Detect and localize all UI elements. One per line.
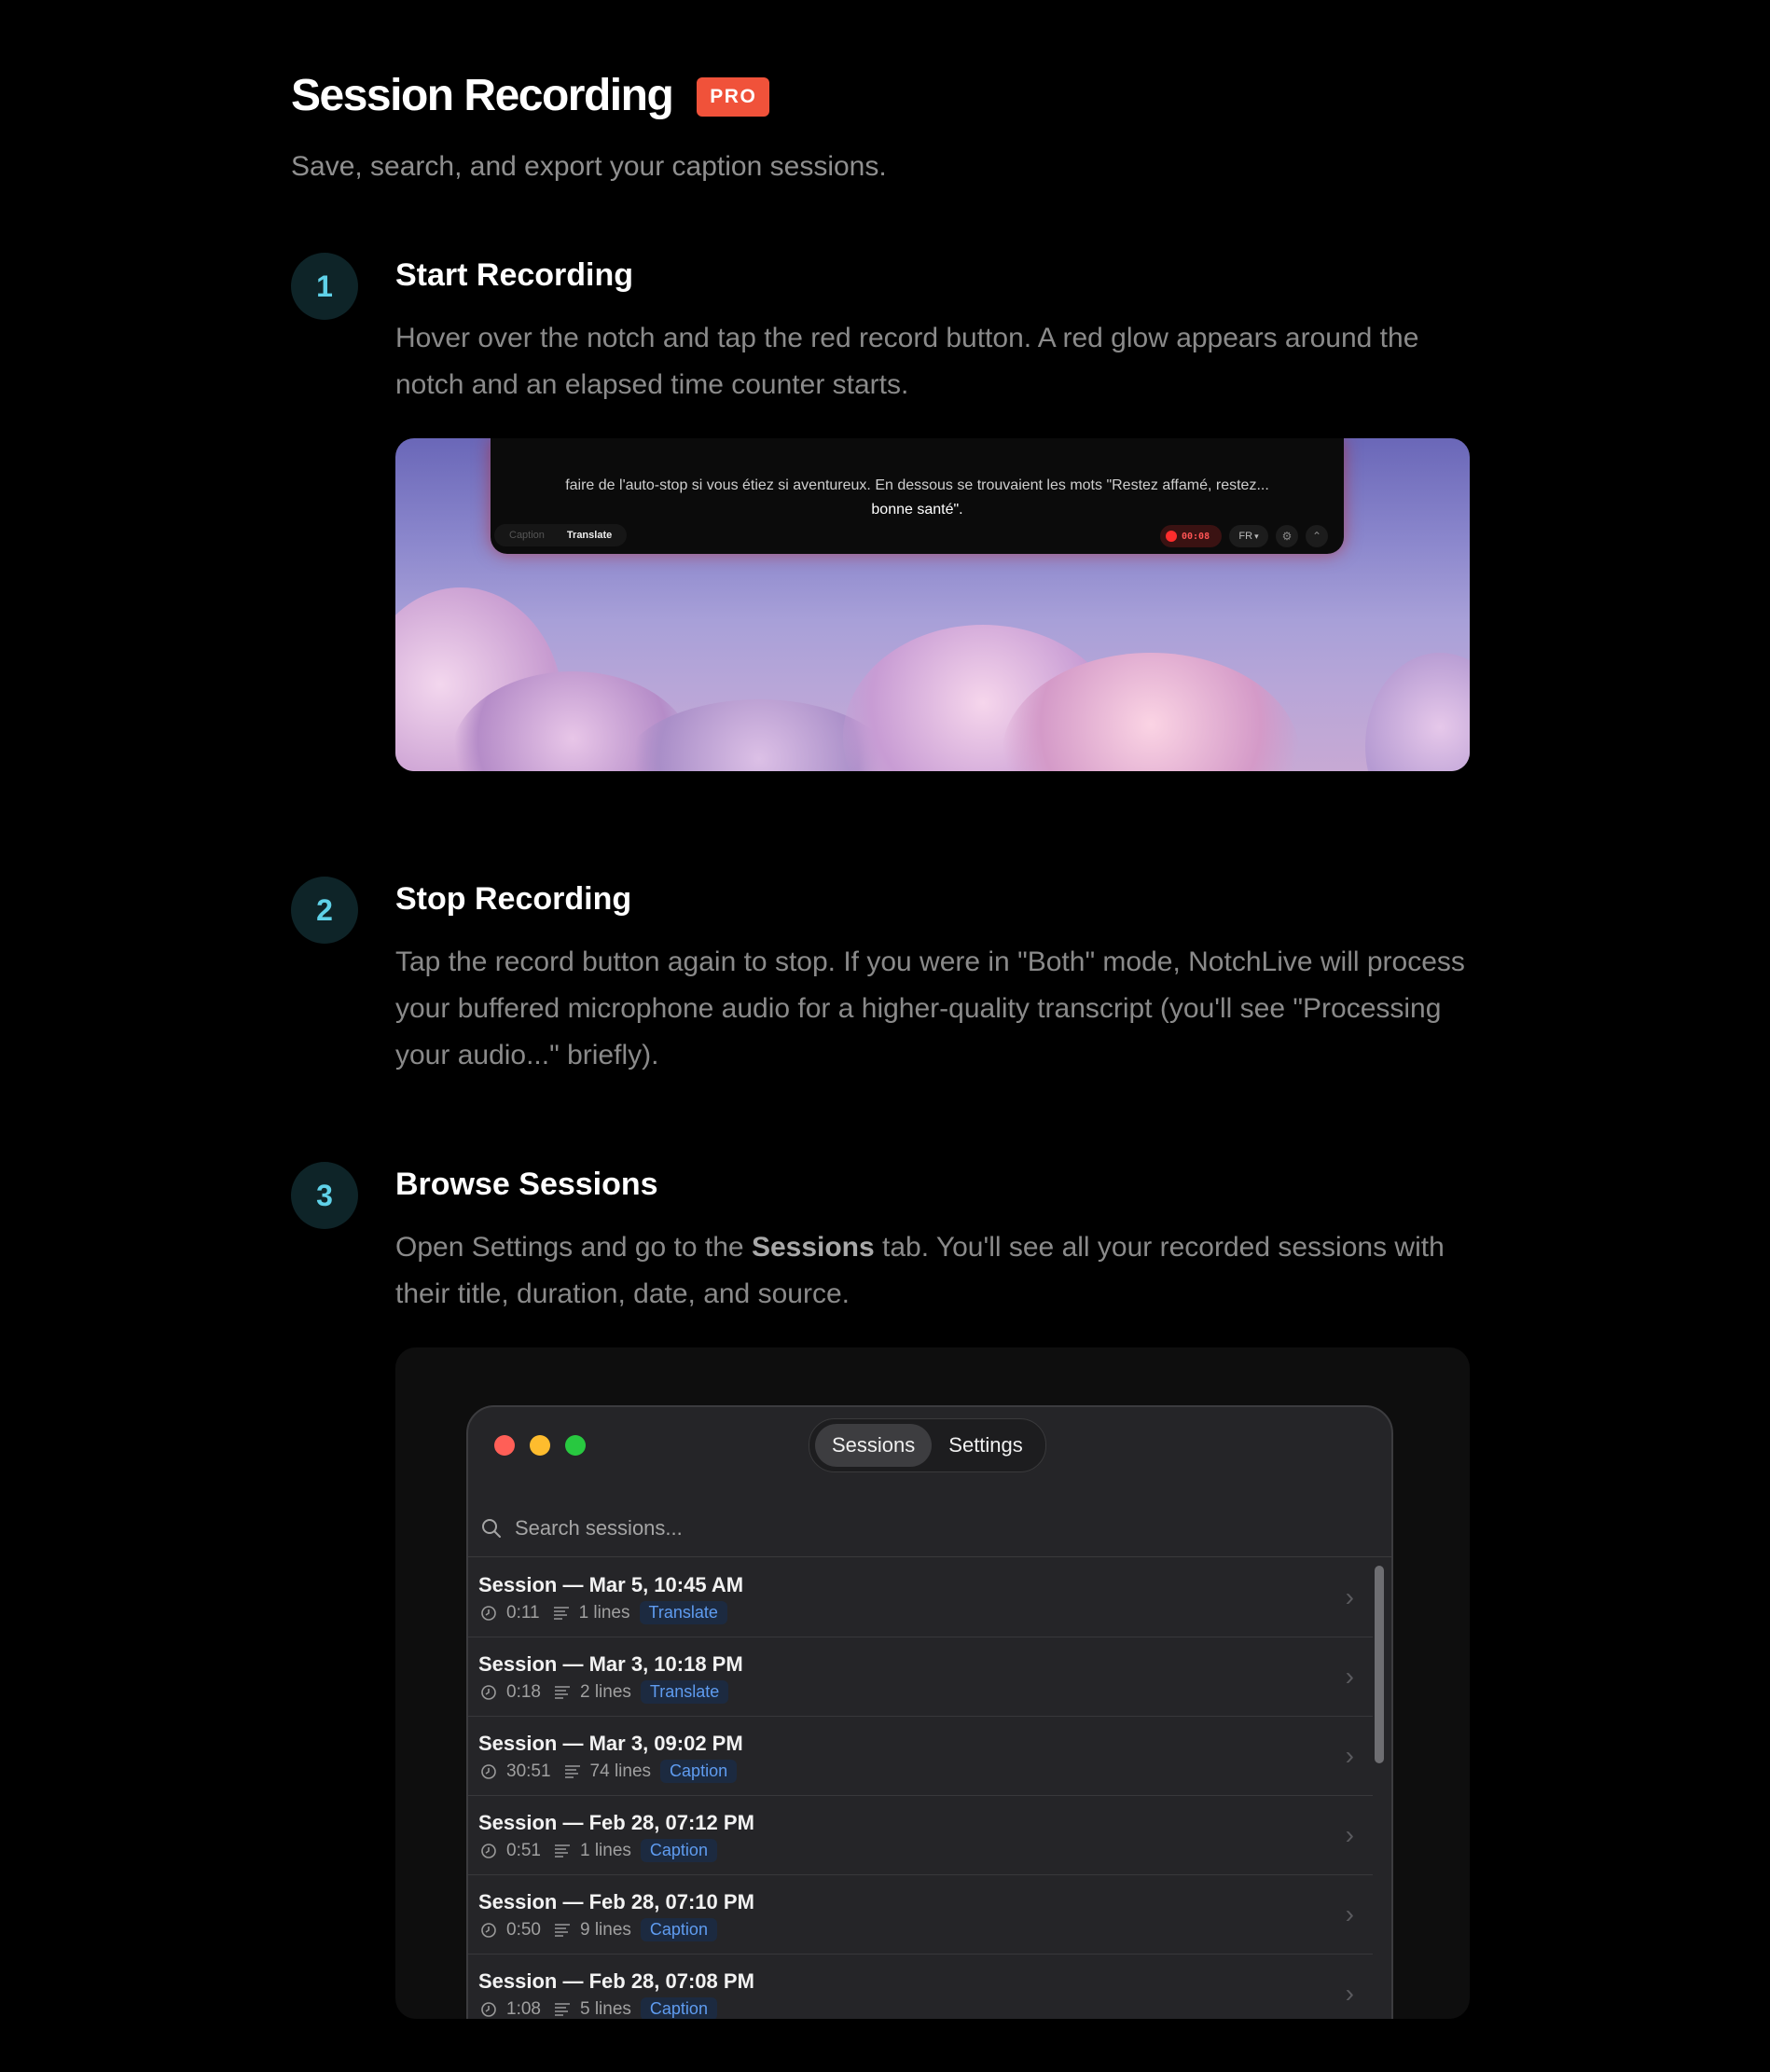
clock-icon <box>481 1605 496 1621</box>
lines-icon <box>554 1923 570 1937</box>
chevron-down-icon: ▾ <box>1254 531 1259 541</box>
source-badge: Caption <box>640 1918 717 1941</box>
lines-icon <box>554 1685 570 1699</box>
sessions-screenshot: Sessions Settings Search sessions... Ses… <box>395 1347 1470 2019</box>
close-button[interactable] <box>494 1435 515 1456</box>
page-title: Session Recording <box>291 70 674 120</box>
page-subtitle: Save, search, and export your caption se… <box>291 151 887 182</box>
source-badge: Caption <box>660 1760 738 1783</box>
step-title: Stop Recording <box>395 881 632 917</box>
tab-translate[interactable]: Translate <box>556 526 623 545</box>
session-meta: 0:50 9 lines Caption <box>480 1918 717 1941</box>
session-row[interactable]: Session — Feb 28, 07:10 PM 0:50 9 lines … <box>468 1875 1373 1955</box>
mode-tabs: Caption Translate <box>494 524 628 546</box>
step-description: Tap the record button again to stop. If … <box>395 946 1465 1071</box>
source-badge: Caption <box>640 1997 717 2019</box>
session-lines: 74 lines <box>589 1761 652 1781</box>
session-meta: 1:08 5 lines Caption <box>480 1997 717 2019</box>
app-window: Sessions Settings Search sessions... Ses… <box>466 1405 1393 2019</box>
search-bar[interactable]: Search sessions... <box>468 1500 1391 1557</box>
scrollbar-thumb[interactable] <box>1375 1566 1384 1763</box>
cloud-shape <box>1365 653 1470 771</box>
gear-icon[interactable]: ⚙ <box>1276 525 1298 547</box>
session-meta: 0:11 1 lines Translate <box>480 1601 727 1624</box>
lines-icon <box>564 1764 580 1778</box>
scrollbar[interactable] <box>1373 1566 1386 2019</box>
clock-icon <box>481 1684 496 1700</box>
language-label: FR <box>1238 531 1253 542</box>
step-number: 1 <box>291 253 358 320</box>
source-badge: Caption <box>640 1839 717 1862</box>
chevron-right-icon: › <box>1345 1979 1354 2008</box>
tab-switcher: Sessions Settings <box>809 1418 1046 1472</box>
session-title: Session — Feb 28, 07:08 PM <box>478 1969 754 1993</box>
session-duration: 30:51 <box>506 1761 551 1781</box>
session-lines: 1 lines <box>578 1602 630 1623</box>
notch-overlay: faire de l'auto-stop si vous étiez si av… <box>491 438 1344 554</box>
session-row[interactable]: Session — Feb 28, 07:08 PM 1:08 5 lines … <box>468 1955 1373 2019</box>
session-meta: 0:51 1 lines Caption <box>480 1839 717 1862</box>
source-badge: Translate <box>640 1680 729 1704</box>
elapsed-timer: 00:08 <box>1182 531 1210 542</box>
caption-line: bonne santé". <box>871 502 963 518</box>
session-meta: 30:51 74 lines Caption <box>480 1760 738 1783</box>
sessions-list: Session — Mar 5, 10:45 AM 0:11 1 lines T… <box>468 1558 1373 2019</box>
session-duration: 0:51 <box>506 1840 541 1860</box>
step-title: Browse Sessions <box>395 1167 658 1202</box>
session-title: Session — Feb 28, 07:10 PM <box>478 1890 754 1913</box>
chevron-right-icon: › <box>1345 1820 1354 1849</box>
session-lines: 2 lines <box>579 1681 631 1702</box>
caption-line: faire de l'auto-stop si vous étiez si av… <box>565 477 1269 493</box>
title-row: Session Recording PRO <box>291 67 770 123</box>
step-number: 2 <box>291 877 358 944</box>
language-selector[interactable]: FR ▾ <box>1229 525 1268 547</box>
clock-icon <box>481 1763 496 1779</box>
lines-icon <box>554 1844 570 1858</box>
session-row[interactable]: Session — Mar 3, 09:02 PM 30:51 74 lines… <box>468 1717 1373 1796</box>
chevron-right-icon: › <box>1345 1582 1354 1611</box>
search-icon <box>482 1519 501 1538</box>
session-meta: 0:18 2 lines Translate <box>480 1680 729 1704</box>
session-title: Session — Mar 3, 09:02 PM <box>478 1732 743 1755</box>
session-title: Session — Mar 3, 10:18 PM <box>478 1652 743 1676</box>
session-duration: 1:08 <box>506 1998 541 2019</box>
session-lines: 9 lines <box>579 1919 631 1940</box>
clock-icon <box>481 1843 496 1858</box>
lines-icon <box>553 1606 569 1620</box>
session-row[interactable]: Session — Mar 5, 10:45 AM 0:11 1 lines T… <box>468 1558 1373 1637</box>
step-description: Open Settings and go to the Sessions tab… <box>395 1224 1468 1318</box>
source-badge: Translate <box>639 1601 727 1624</box>
session-lines: 1 lines <box>579 1840 631 1860</box>
step-description: Hover over the notch and tap the red rec… <box>395 323 1419 400</box>
notch-screenshot: faire de l'auto-stop si vous étiez si av… <box>395 438 1470 771</box>
record-dot-icon <box>1166 531 1177 542</box>
clock-icon <box>481 2001 496 2017</box>
session-row[interactable]: Session — Feb 28, 07:12 PM 0:51 1 lines … <box>468 1796 1373 1875</box>
pro-badge: PRO <box>697 77 770 117</box>
session-lines: 5 lines <box>579 1998 631 2019</box>
session-duration: 0:18 <box>506 1681 541 1702</box>
description-text: Open Settings and go to the <box>395 1232 752 1263</box>
chevron-right-icon: › <box>1345 1662 1354 1691</box>
step-number: 3 <box>291 1162 358 1229</box>
session-duration: 0:50 <box>506 1919 541 1940</box>
search-input[interactable]: Search sessions... <box>515 1516 683 1540</box>
record-button[interactable]: 00:08 <box>1160 525 1222 547</box>
tab-sessions[interactable]: Sessions <box>815 1424 933 1467</box>
session-title: Session — Feb 28, 07:12 PM <box>478 1811 754 1834</box>
session-row[interactable]: Session — Mar 3, 10:18 PM 0:18 2 lines T… <box>468 1637 1373 1717</box>
chevron-right-icon: › <box>1345 1741 1354 1770</box>
tab-settings[interactable]: Settings <box>932 1424 1040 1467</box>
collapse-icon[interactable]: ⌃ <box>1306 525 1328 547</box>
chevron-right-icon: › <box>1345 1899 1354 1928</box>
zoom-button[interactable] <box>565 1435 586 1456</box>
tab-caption[interactable]: Caption <box>498 526 556 545</box>
sessions-emphasis: Sessions <box>751 1232 875 1263</box>
minimize-button[interactable] <box>530 1435 550 1456</box>
session-duration: 0:11 <box>506 1602 540 1623</box>
clock-icon <box>481 1922 496 1938</box>
session-title: Session — Mar 5, 10:45 AM <box>478 1573 744 1596</box>
lines-icon <box>554 2002 570 2016</box>
step-title: Start Recording <box>395 257 634 293</box>
